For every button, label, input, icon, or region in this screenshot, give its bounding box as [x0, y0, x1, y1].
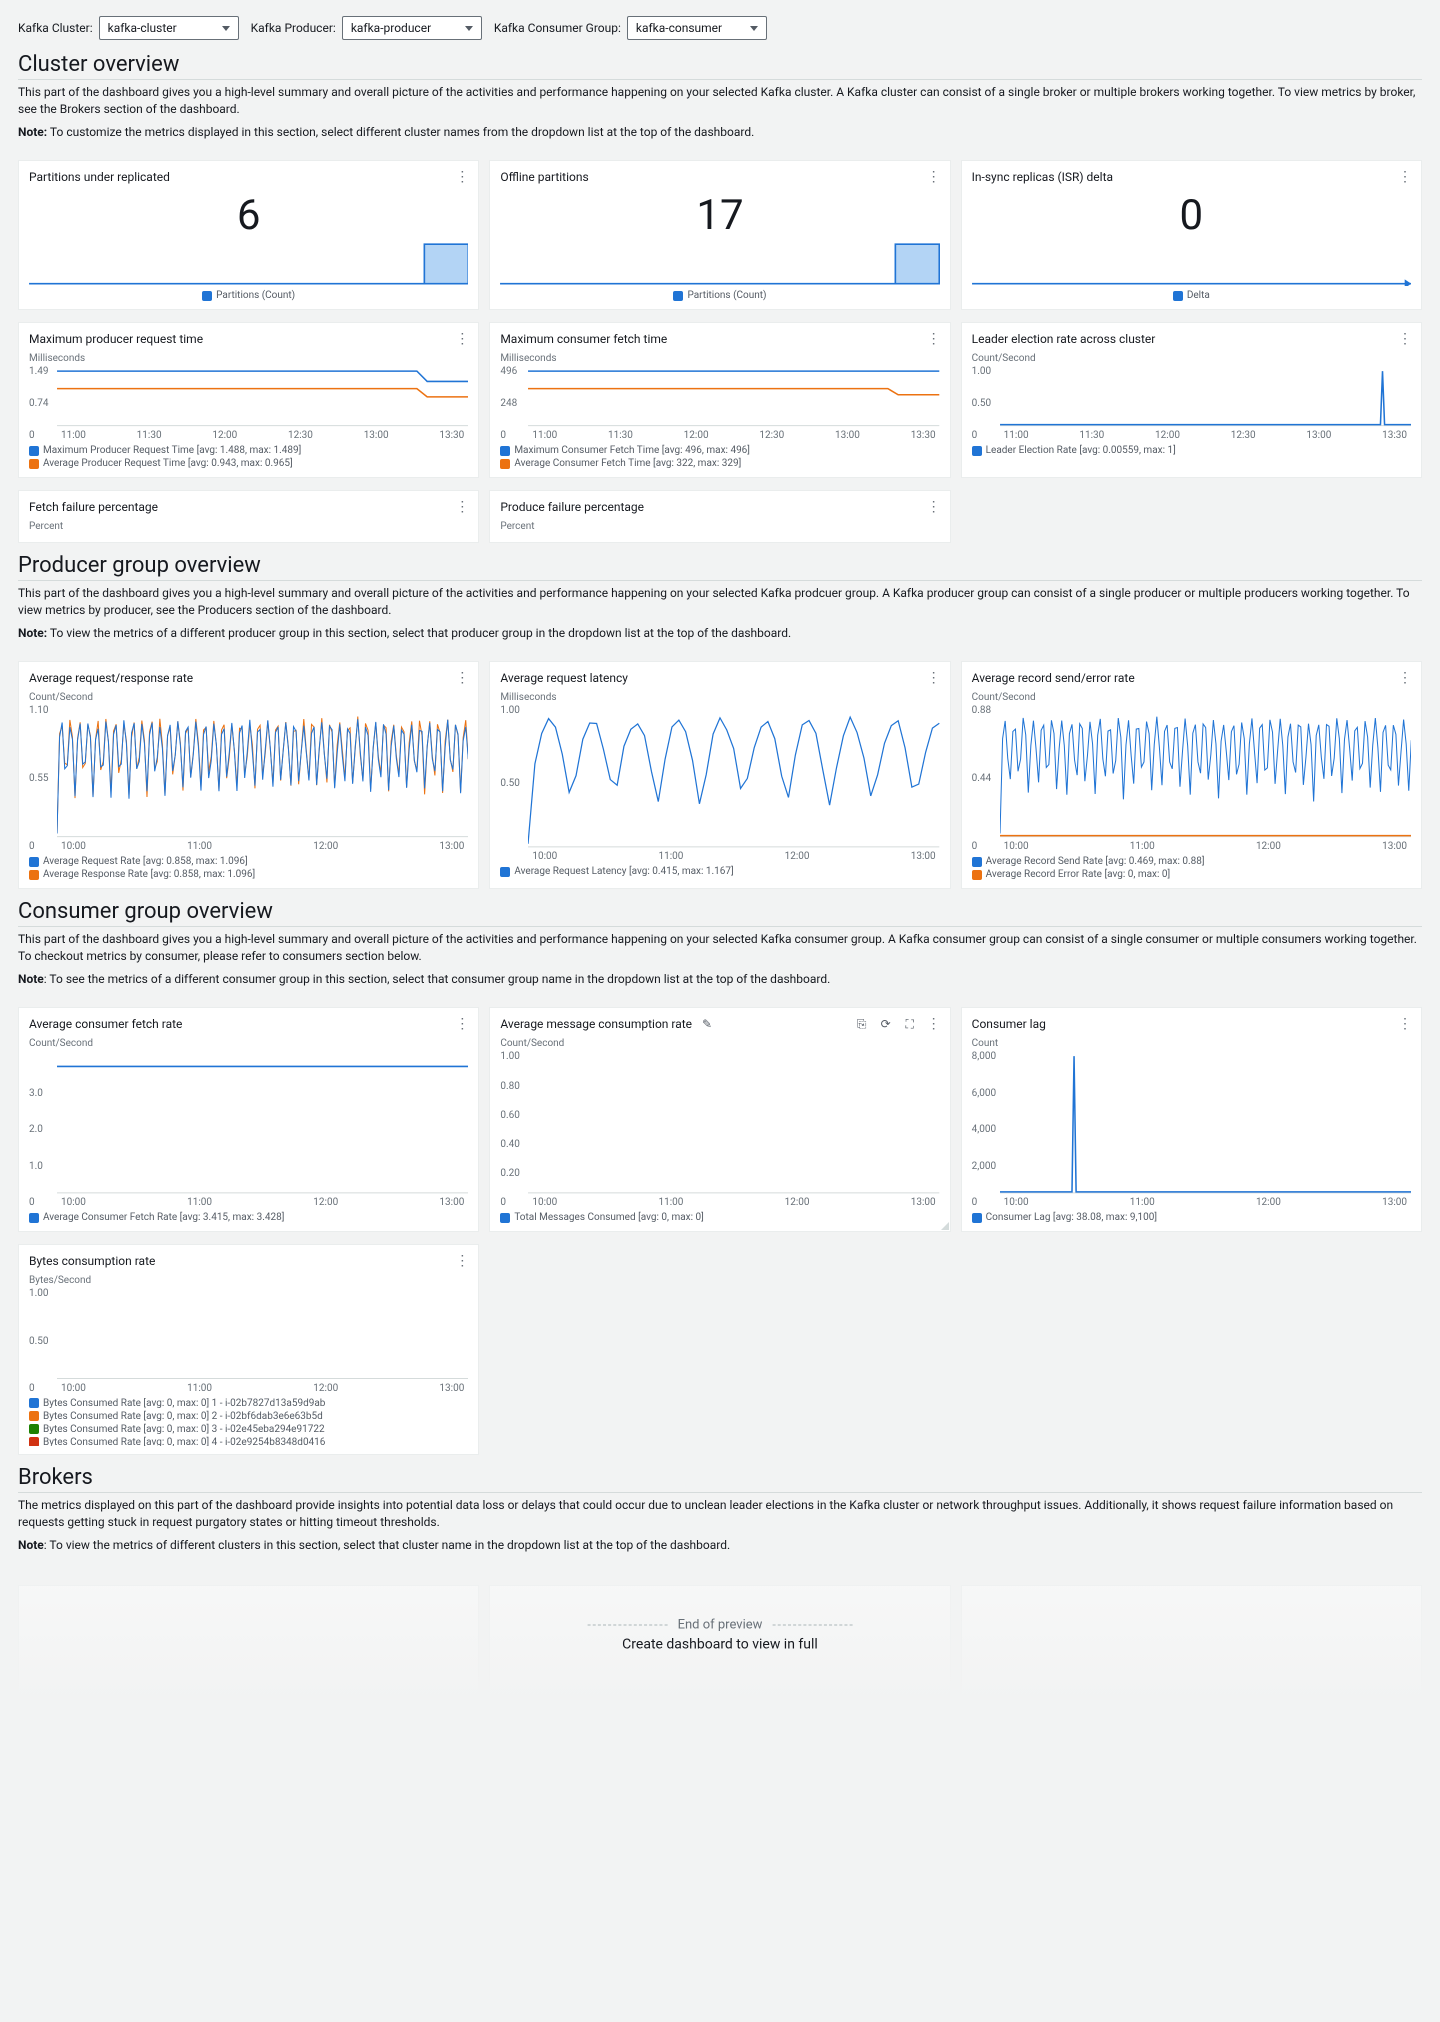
section-cluster: Cluster overview This part of the dashbo…	[0, 48, 1440, 154]
chart	[57, 705, 468, 839]
card-avg-record: Average record send/error rate Count/Sec…	[961, 661, 1422, 889]
section-note: Note: To see the metrics of a different …	[18, 971, 1422, 988]
metric-value: 0	[972, 191, 1411, 240]
section-brokers: Brokers The metrics displayed on this pa…	[0, 1461, 1440, 1567]
card-offline-partitions: Offline partitions 17 Partitions (Count)	[489, 160, 950, 310]
filter-producer-label: Kafka Producer:	[251, 21, 336, 35]
card-consumer-lag: Consumer lag Count 8,0006,0004,0002,0000…	[961, 1007, 1422, 1232]
sparkline	[972, 242, 1411, 286]
copy-icon[interactable]: ⎘	[855, 1017, 869, 1031]
menu-icon[interactable]	[1398, 169, 1411, 185]
card-avg-msg: Average message consumption rate ✎ ⎘ ⟳ ⛶…	[489, 1007, 950, 1232]
card-avg-fetch: Average consumer fetch rate Count/Second…	[18, 1007, 479, 1232]
chart	[528, 705, 939, 849]
metric-value: 17	[500, 191, 939, 240]
menu-icon[interactable]	[455, 670, 468, 686]
menu-icon[interactable]	[927, 169, 940, 185]
card-avg-latency: Average request latency Milliseconds 1.0…	[489, 661, 950, 889]
card-isr-delta: In-sync replicas (ISR) delta 0 Delta	[961, 160, 1422, 310]
metric-value: 6	[29, 191, 468, 240]
menu-icon[interactable]	[927, 670, 940, 686]
card-leader-election: Leader election rate across cluster Coun…	[961, 322, 1422, 478]
filter-consumer-dropdown[interactable]: kafka-consumer	[627, 16, 767, 40]
caret-down-icon	[222, 26, 230, 31]
chart	[528, 1051, 939, 1195]
refresh-icon[interactable]: ⟳	[879, 1017, 893, 1031]
filter-bar: Kafka Cluster: kafka-cluster Kafka Produ…	[0, 0, 1440, 48]
card-fetch-fail: Fetch failure percentage Percent	[18, 490, 479, 543]
menu-icon[interactable]	[455, 1016, 468, 1032]
preview-end-label: End of preview	[588, 1618, 853, 1633]
menu-icon[interactable]	[455, 1253, 468, 1269]
expand-icon[interactable]: ⛶	[903, 1017, 917, 1031]
filter-producer-dropdown[interactable]: kafka-producer	[342, 16, 482, 40]
menu-icon[interactable]	[455, 331, 468, 347]
section-desc: The metrics displayed on this part of th…	[18, 1497, 1422, 1531]
section-note: Note: To view the metrics of different c…	[18, 1537, 1422, 1554]
section-title: Cluster overview	[18, 52, 1422, 80]
section-title: Brokers	[18, 1465, 1422, 1493]
section-title: Consumer group overview	[18, 899, 1422, 927]
menu-icon[interactable]	[1398, 331, 1411, 347]
menu-icon[interactable]	[927, 331, 940, 347]
chart	[57, 366, 468, 428]
section-consumer: Consumer group overview This part of the…	[0, 895, 1440, 1001]
section-producer: Producer group overview This part of the…	[0, 549, 1440, 655]
preview-create-link[interactable]: Create dashboard to view in full	[588, 1637, 853, 1653]
chart	[1000, 705, 1411, 839]
card-avg-req-resp: Average request/response rate Count/Seco…	[18, 661, 479, 889]
section-note: Note: To customize the metrics displayed…	[18, 124, 1422, 141]
section-note: Note: To view the metrics of a different…	[18, 625, 1422, 642]
section-title: Producer group overview	[18, 553, 1422, 581]
menu-icon[interactable]	[455, 169, 468, 185]
menu-icon[interactable]	[1398, 1016, 1411, 1032]
section-desc: This part of the dashboard gives you a h…	[18, 585, 1422, 619]
chart	[57, 1051, 468, 1195]
card-max-producer: Maximum producer request time Millisecon…	[18, 322, 479, 478]
caret-down-icon	[465, 26, 473, 31]
chart	[1000, 1051, 1411, 1195]
caret-down-icon	[750, 26, 758, 31]
sparkline	[29, 242, 468, 286]
section-desc: This part of the dashboard gives you a h…	[18, 84, 1422, 118]
card-bytes: Bytes consumption rate Bytes/Second 1.00…	[18, 1244, 479, 1455]
filter-cluster-dropdown[interactable]: kafka-cluster	[99, 16, 239, 40]
menu-icon[interactable]	[927, 1016, 940, 1032]
sparkline	[500, 242, 939, 286]
card-produce-fail: Produce failure percentage Percent	[489, 490, 950, 543]
filter-cluster-label: Kafka Cluster:	[18, 21, 93, 35]
menu-icon[interactable]	[455, 499, 468, 515]
chart	[528, 366, 939, 428]
chart	[1000, 366, 1411, 428]
edit-icon[interactable]: ✎	[700, 1017, 714, 1031]
menu-icon[interactable]	[927, 499, 940, 515]
card-max-consumer: Maximum consumer fetch time Milliseconds…	[489, 322, 950, 478]
preview-overlay: End of preview Create dashboard to view …	[18, 1575, 1422, 1695]
section-desc: This part of the dashboard gives you a h…	[18, 931, 1422, 965]
card-partitions-under: Partitions under replicated 6 Partitions…	[18, 160, 479, 310]
filter-consumer-label: Kafka Consumer Group:	[494, 21, 621, 35]
resize-handle[interactable]	[941, 1222, 949, 1230]
chart	[57, 1288, 468, 1381]
menu-icon[interactable]	[1398, 670, 1411, 686]
